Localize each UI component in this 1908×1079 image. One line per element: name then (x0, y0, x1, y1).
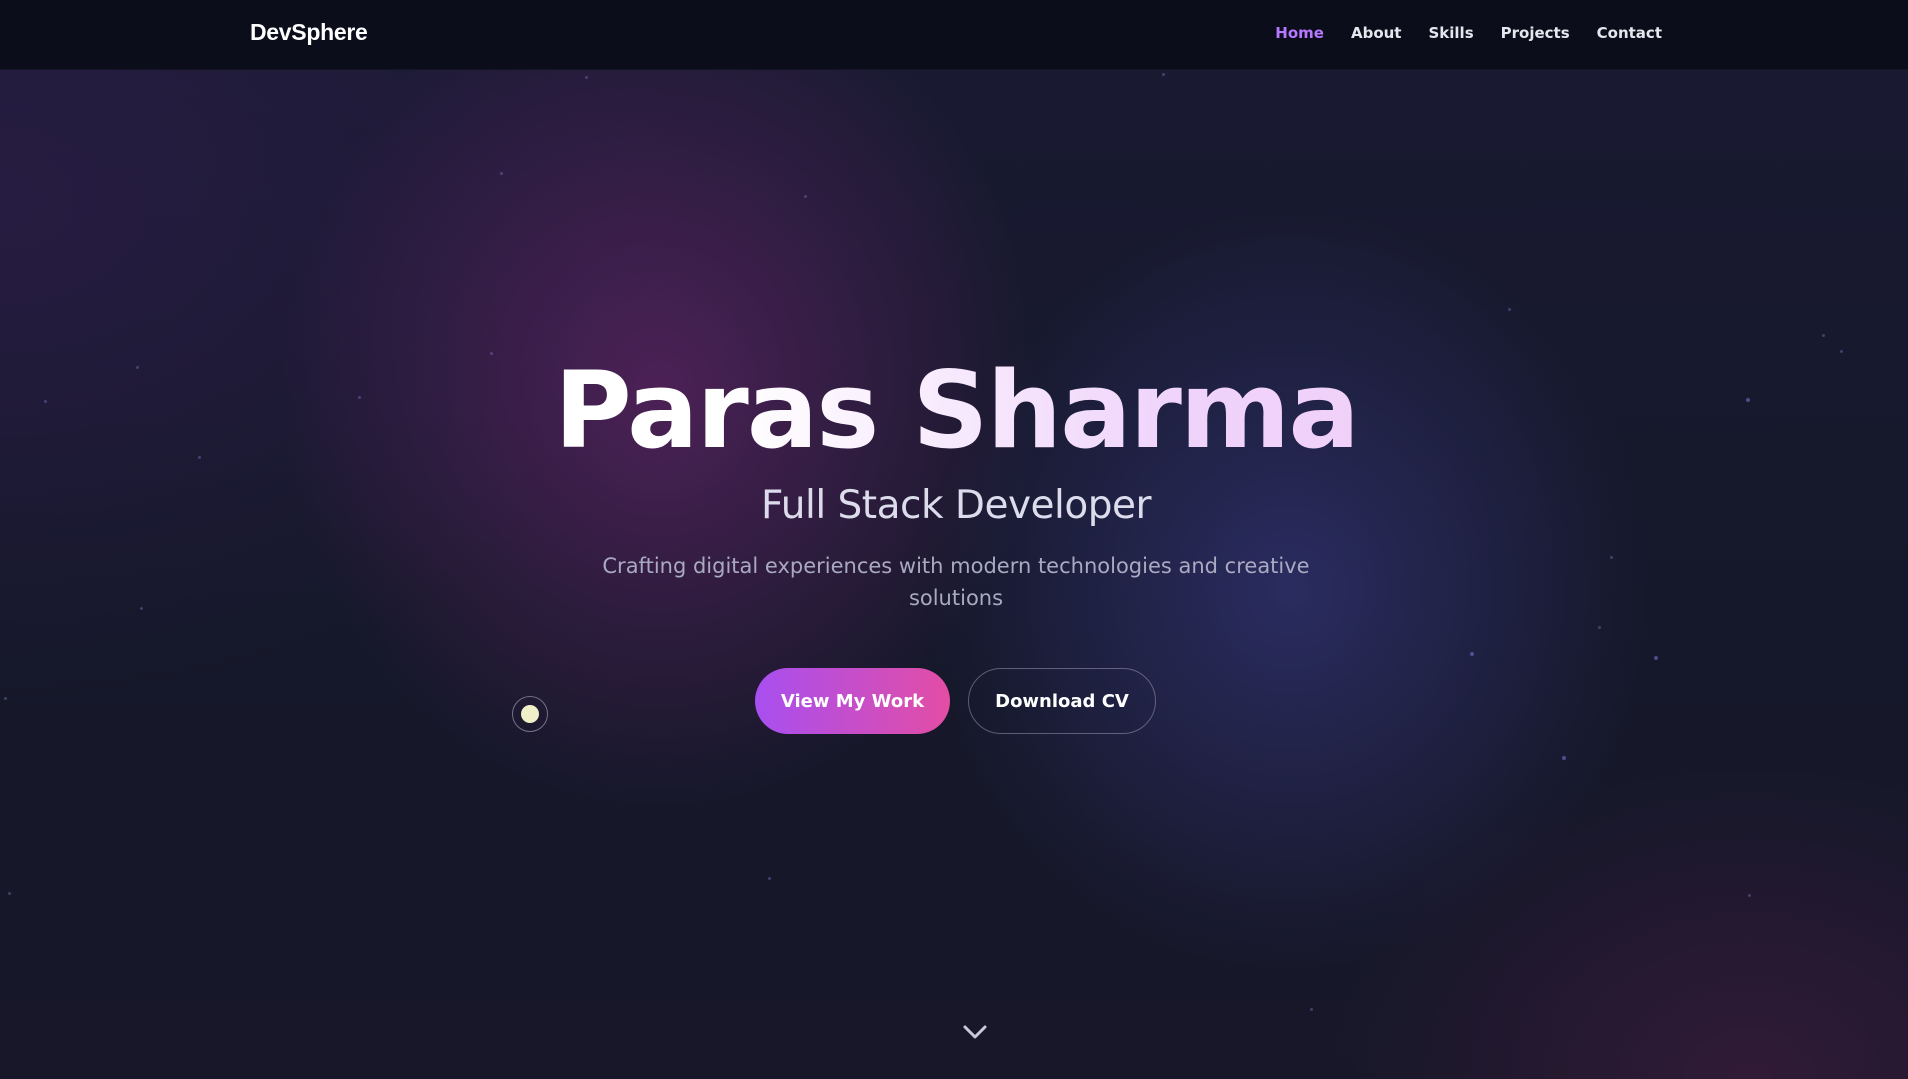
chevron-down-icon[interactable] (962, 1024, 988, 1040)
hero-role: Full Stack Developer (760, 483, 1152, 528)
hero-description: Crafting digital experiences with modern… (602, 554, 1310, 610)
view-my-work-button[interactable]: View My Work (755, 668, 950, 734)
cursor-follower-dot (512, 696, 548, 732)
nav-links: Home About Skills Projects Contact (1275, 24, 1662, 42)
hero-name: Paras Sharma (0, 346, 1908, 476)
nav-link-skills[interactable]: Skills (1428, 24, 1473, 42)
brand-logo[interactable]: DevSphere (250, 19, 368, 46)
cursor-dot-core (521, 705, 539, 723)
hero-section: Paras Sharma Full Stack Developer Crafti… (0, 0, 1908, 1079)
download-cv-button[interactable]: Download CV (968, 668, 1156, 734)
navbar: DevSphere Home About Skills Projects Con… (0, 0, 1908, 70)
nav-link-home[interactable]: Home (1275, 24, 1324, 42)
nav-link-contact[interactable]: Contact (1597, 24, 1662, 42)
nav-link-about[interactable]: About (1351, 24, 1402, 42)
page: DevSphere Home About Skills Projects Con… (0, 0, 1908, 1079)
nav-link-projects[interactable]: Projects (1501, 24, 1570, 42)
